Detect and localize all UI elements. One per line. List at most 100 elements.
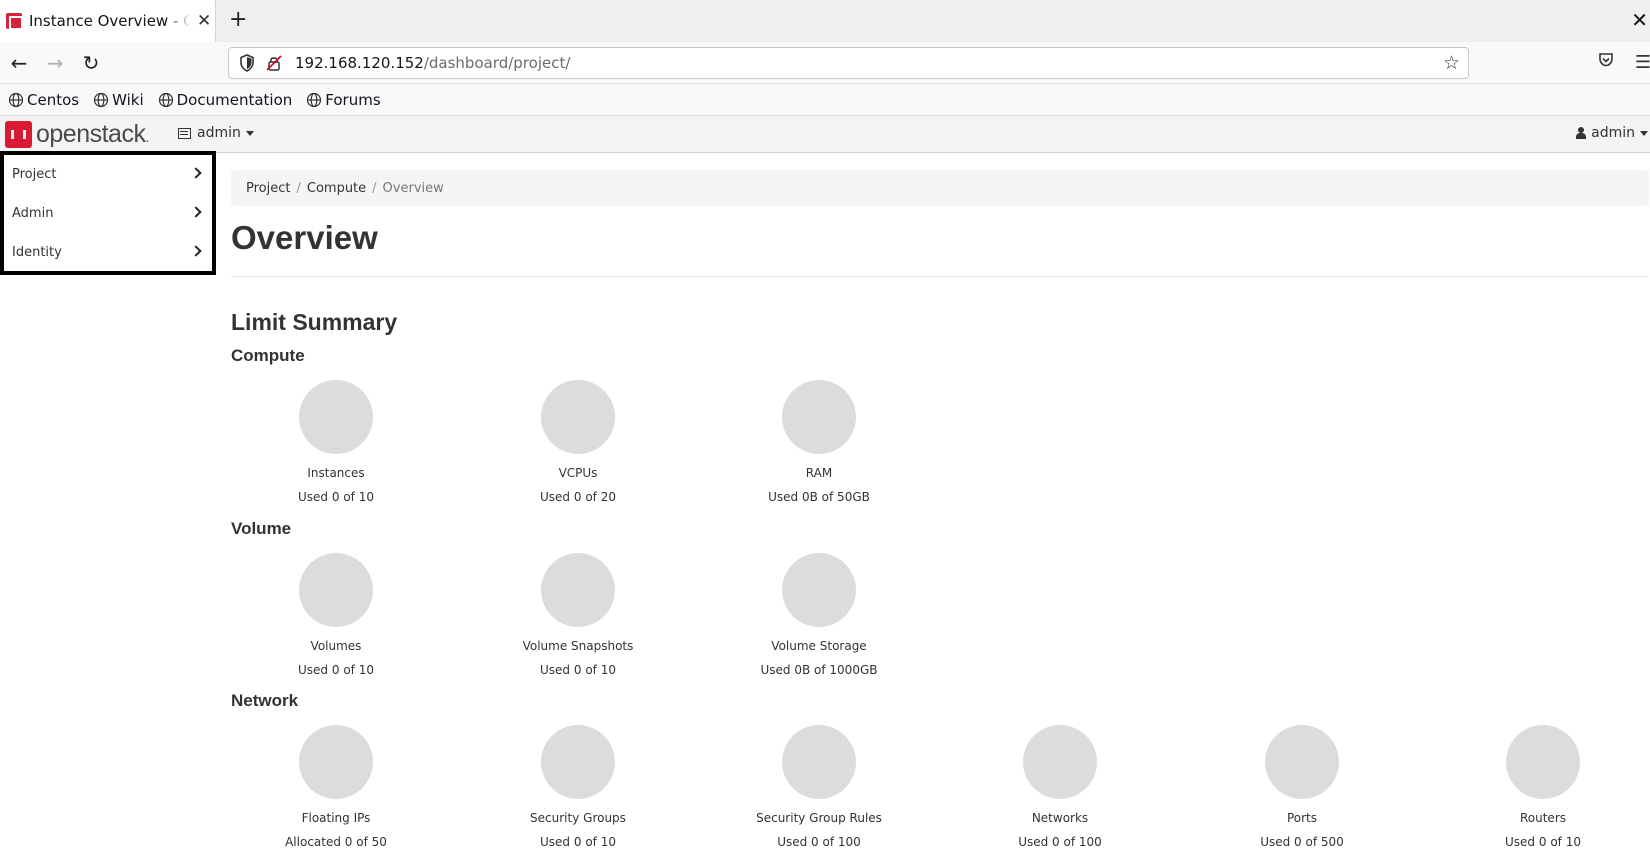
pie-label: Ports: [1286, 811, 1318, 825]
pie-chart-ports: Ports Used 0 of 500: [1217, 725, 1387, 849]
bookmarks-toolbar: Centos Wiki Documentation Forums: [0, 84, 1650, 116]
section-title-compute: Compute: [231, 346, 305, 365]
bookmark-centos[interactable]: Centos: [8, 91, 79, 109]
sidebar-item-identity[interactable]: Identity: [4, 233, 212, 272]
pie-circle: [1023, 725, 1097, 799]
globe-icon: [307, 92, 322, 107]
tracking-shield-icon[interactable]: [237, 53, 257, 73]
tab-title: Instance Overview - OpenStack Dashboard: [29, 12, 191, 30]
pie-label: Volumes: [310, 639, 362, 653]
pie-circle: [1506, 725, 1580, 799]
openstack-header: openstack admin admin: [0, 116, 1650, 153]
openstack-logo[interactable]: openstack: [5, 120, 149, 149]
bookmark-star-icon[interactable]: ☆: [1443, 53, 1460, 73]
insecure-lock-icon[interactable]: [265, 54, 283, 72]
breadcrumb: Project / Compute / Overview: [231, 170, 1649, 206]
pie-label: RAM: [805, 466, 833, 480]
sidebar-item-label: Project: [12, 167, 57, 182]
pie-usage: Used 0 of 10: [298, 663, 374, 677]
new-tab-icon[interactable]: +: [229, 8, 247, 32]
pocket-icon[interactable]: [1594, 51, 1618, 75]
bookmark-label: Wiki: [112, 90, 144, 109]
pie-circle: [299, 553, 373, 627]
pie-label: Routers: [1519, 811, 1567, 825]
pie-usage: Used 0 of 10: [1505, 835, 1581, 849]
pie-circle: [541, 553, 615, 627]
reload-icon[interactable]: ↻: [79, 51, 103, 75]
pie-chart-volume-storage: Volume Storage Used 0B of 1000GB: [734, 553, 904, 677]
pie-chart-volumes: Volumes Used 0 of 10: [251, 553, 421, 677]
bookmark-forums[interactable]: Forums: [306, 90, 381, 109]
breadcrumb-separator: /: [372, 180, 377, 196]
sidebar-item-project[interactable]: Project: [4, 155, 212, 194]
section-title-network: Network: [231, 691, 299, 710]
browser-tab[interactable]: Instance Overview - OpenStack Dashboard …: [0, 0, 216, 42]
hamburger-menu-icon[interactable]: ☰: [1631, 51, 1650, 75]
pie-circle: [541, 380, 615, 454]
pie-label: Instances: [307, 466, 365, 480]
pie-usage: Used 0 of 10: [298, 490, 374, 504]
bookmark-label: Forums: [325, 90, 381, 109]
tab-close-icon[interactable]: ✕: [197, 11, 211, 31]
pie-circle: [1265, 725, 1339, 799]
sidebar-item-label: Admin: [12, 206, 54, 221]
url-path: /dashboard/project/: [423, 54, 571, 72]
user-icon: [1576, 127, 1587, 139]
pie-label: Floating IPs: [301, 811, 371, 825]
sidebar-item-admin[interactable]: Admin: [4, 194, 212, 233]
globe-icon: [158, 92, 173, 107]
pie-circle: [782, 725, 856, 799]
chevron-right-icon: [190, 167, 202, 179]
globe-icon: [8, 92, 24, 107]
breadcrumb-overview: Overview: [382, 180, 444, 196]
pie-label: VCPUs: [558, 466, 598, 480]
back-arrow-icon[interactable]: ←: [7, 51, 31, 75]
sidebar: Project Admin Identity: [0, 151, 216, 275]
pie-usage: Used 0 of 10: [540, 835, 616, 849]
forward-arrow-icon[interactable]: →: [43, 51, 67, 75]
pie-chart-routers: Routers Used 0 of 10: [1458, 725, 1628, 849]
pie-chart-volume-snapshots: Volume Snapshots Used 0 of 10: [493, 553, 663, 677]
browser-tab-bar: Instance Overview - OpenStack Dashboard …: [0, 0, 1650, 42]
pie-circle: [299, 725, 373, 799]
pie-chart-security-groups: Security Groups Used 0 of 10: [493, 725, 663, 849]
project-selector-dropdown[interactable]: admin: [178, 125, 254, 141]
pocket-shape: [1599, 53, 1613, 67]
user-menu-dropdown[interactable]: admin: [1576, 125, 1648, 141]
url-text[interactable]: 192.168.120.152/dashboard/project/: [295, 54, 570, 72]
bookmark-label: Documentation: [176, 90, 293, 109]
pie-usage: Used 0B of 50GB: [768, 490, 870, 504]
section-title-volume: Volume: [231, 519, 292, 538]
bookmark-wiki[interactable]: Wiki: [93, 91, 144, 109]
pie-label: Security Group Rules: [756, 811, 882, 825]
url-bar[interactable]: 192.168.120.152/dashboard/project/ ☆: [228, 47, 1469, 79]
user-menu-label: admin: [1591, 125, 1635, 141]
pie-circle: [299, 380, 373, 454]
pie-chart-ram: RAM Used 0B of 50GB: [734, 380, 904, 504]
divider: [231, 276, 1649, 277]
chevron-right-icon: [190, 206, 202, 218]
page-title: Overview: [231, 219, 378, 256]
pie-usage: Used 0 of 100: [777, 835, 861, 849]
breadcrumb-compute[interactable]: Compute: [307, 181, 366, 196]
url-host: 192.168.120.152: [295, 54, 424, 72]
pie-usage: Used 0 of 500: [1260, 835, 1344, 849]
project-selector-label: admin: [197, 125, 241, 141]
project-list-icon: [178, 127, 191, 139]
caret-down-icon: [245, 130, 254, 136]
breadcrumb-separator: /: [296, 180, 301, 196]
bookmark-documentation[interactable]: Documentation: [158, 90, 293, 109]
pie-chart-security-group-rules: Security Group Rules Used 0 of 100: [734, 725, 904, 849]
pie-usage: Used 0B of 1000GB: [760, 663, 878, 677]
breadcrumb-project[interactable]: Project: [246, 181, 290, 196]
pie-circle: [782, 553, 856, 627]
openstack-logo-icon: [5, 121, 32, 148]
pie-chart-instances: Instances Used 0 of 10: [251, 380, 421, 504]
openstack-favicon-icon: [6, 13, 23, 30]
caret-down-icon: [1640, 130, 1648, 136]
limit-summary-title: Limit Summary: [231, 309, 398, 335]
browser-nav-bar: ← → ↻ 192.168.120.152/dashboard/project/…: [0, 42, 1650, 84]
pie-usage: Used 0 of 100: [1018, 835, 1102, 849]
pie-usage: Used 0 of 10: [540, 663, 616, 677]
window-close-icon[interactable]: ✕: [1631, 8, 1648, 32]
